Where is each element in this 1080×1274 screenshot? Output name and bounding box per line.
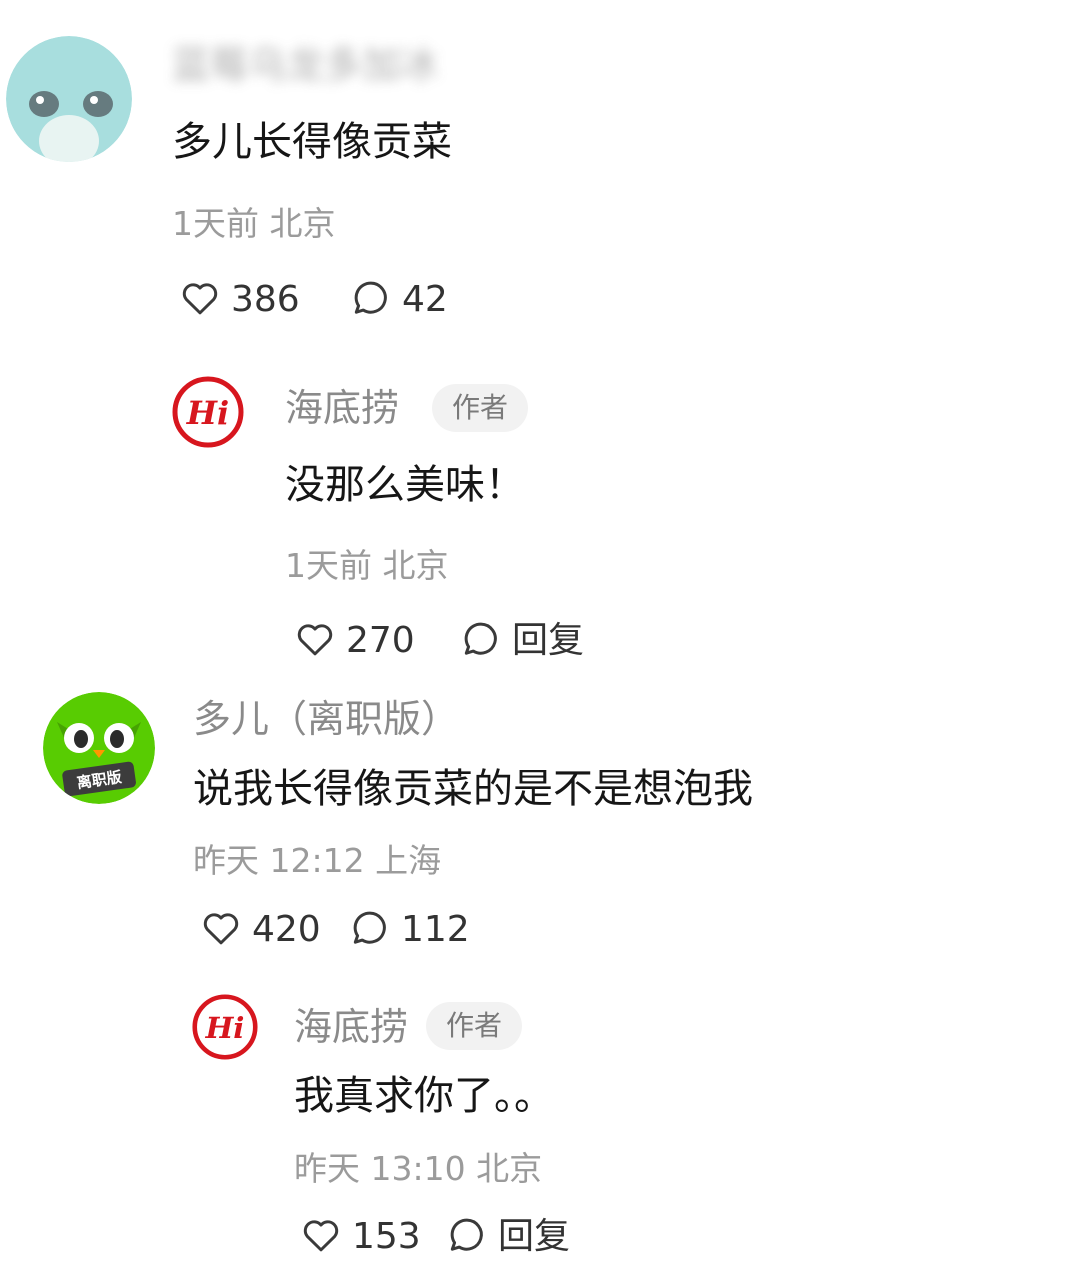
comment-bubble-icon: [350, 277, 392, 323]
like-button[interactable]: 270: [294, 619, 415, 663]
reply-label: 回复: [512, 620, 585, 661]
username[interactable]: 海底捞: [285, 389, 399, 427]
svg-text:Hi: Hi: [186, 394, 229, 432]
haidilao-hi-logo[interactable]: Hi: [172, 376, 244, 448]
username[interactable]: 多儿（离职版）: [193, 700, 459, 738]
avatar[interactable]: [6, 36, 132, 162]
reply-button[interactable]: 回复: [460, 619, 584, 663]
username[interactable]: 海底捞: [294, 1008, 408, 1046]
comment-text: 没那么美味！: [285, 462, 525, 508]
like-count: 153: [352, 1216, 421, 1257]
like-count: 270: [346, 620, 415, 661]
like-count: 386: [231, 279, 300, 320]
reply-button[interactable]: 回复: [446, 1215, 570, 1259]
comment-meta: 昨天 12:12 上海: [193, 841, 442, 880]
comment-meta: 昨天 13:10 北京: [294, 1149, 543, 1188]
svg-text:Hi: Hi: [205, 1010, 245, 1045]
reply-label: 回复: [498, 1216, 571, 1257]
comment-text: 多儿长得像贡菜: [172, 119, 452, 165]
haidilao-hi-logo[interactable]: Hi: [192, 994, 258, 1060]
author-badge: 作者: [432, 384, 529, 432]
author-badge: 作者: [426, 1002, 523, 1050]
reply-count: 112: [401, 909, 470, 950]
comment-bubble-icon: [460, 618, 502, 664]
comment-bubble-icon: [446, 1214, 488, 1260]
duolingo-owl-avatar[interactable]: 离职版: [43, 692, 155, 804]
heart-outline-icon: [294, 618, 336, 664]
like-button[interactable]: 386: [179, 278, 300, 322]
comment-text: 我真求你了。。: [294, 1073, 554, 1119]
comment-meta: 1天前 北京: [285, 546, 449, 585]
reply-count: 42: [402, 279, 448, 320]
reply-button[interactable]: 112: [349, 908, 470, 952]
heart-outline-icon: [179, 277, 221, 323]
reply-button[interactable]: 42: [350, 278, 448, 322]
like-button[interactable]: 153: [300, 1215, 421, 1259]
comment-bubble-icon: [349, 907, 391, 953]
heart-outline-icon: [300, 1214, 342, 1260]
heart-outline-icon: [200, 907, 242, 953]
comment-text: 说我长得像贡菜的是不是想泡我: [193, 766, 753, 812]
comment-meta: 1天前 北京: [172, 204, 336, 243]
like-button[interactable]: 420: [200, 908, 321, 952]
like-count: 420: [252, 909, 321, 950]
username[interactable]: 蓝莓乌龙多加冰: [172, 46, 438, 84]
